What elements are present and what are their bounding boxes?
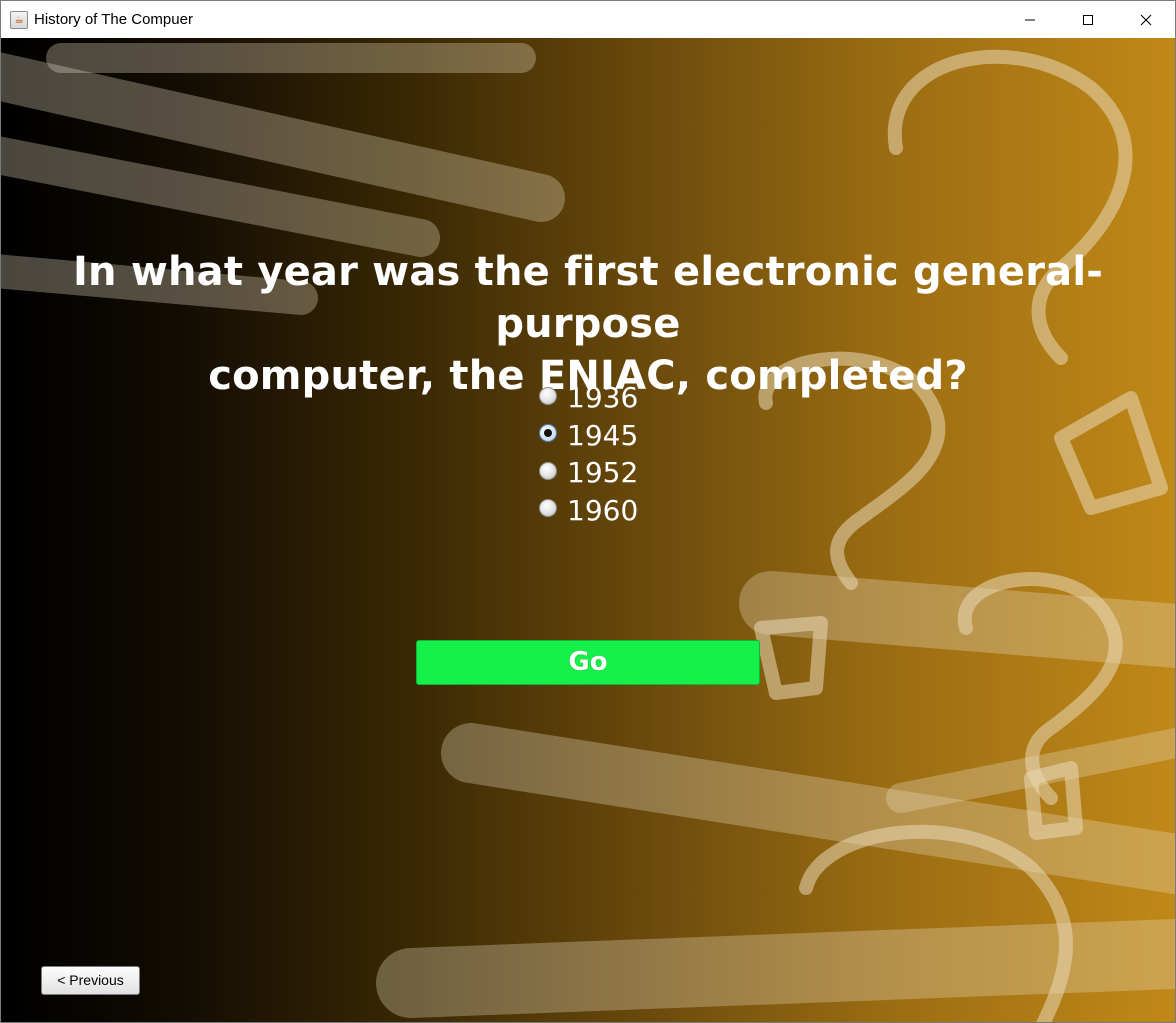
radio-button[interactable]	[539, 499, 557, 518]
close-button[interactable]	[1117, 1, 1175, 38]
answer-option-label: 1936	[567, 381, 639, 415]
window-controls	[1001, 1, 1175, 38]
radio-button-selected[interactable]	[539, 424, 557, 443]
answer-options: 1936 1945 1952 1960	[539, 379, 638, 529]
answer-option-1936[interactable]: 1936	[539, 379, 638, 417]
minimize-icon	[1025, 19, 1035, 20]
answer-option-1952[interactable]: 1952	[539, 454, 638, 492]
go-button[interactable]: Go	[416, 640, 760, 685]
minimize-button[interactable]	[1001, 1, 1059, 38]
maximize-icon	[1083, 14, 1093, 25]
answer-option-label: 1945	[567, 418, 639, 452]
question-line-1: In what year was the first electronic ge…	[72, 249, 1104, 347]
quiz-panel: In what year was the first electronic ge…	[1, 38, 1175, 1022]
answer-option-label: 1960	[567, 493, 639, 527]
title-bar[interactable]: ☕ History of The Compuer	[1, 1, 1175, 38]
answer-option-label: 1952	[567, 456, 639, 490]
java-app-icon: ☕	[10, 10, 28, 29]
maximize-button[interactable]	[1059, 1, 1117, 38]
radio-button[interactable]	[539, 461, 557, 480]
answer-option-1945[interactable]: 1945	[539, 417, 638, 455]
radio-button[interactable]	[539, 386, 557, 405]
question-mark-doodles-background	[1, 43, 1175, 1022]
close-icon	[1140, 14, 1152, 25]
answer-option-1960[interactable]: 1960	[539, 492, 638, 530]
previous-button[interactable]: < Previous	[41, 966, 140, 995]
window-title: History of The Compuer	[34, 11, 193, 28]
app-window: ☕ History of The Compuer In what year wa…	[0, 0, 1176, 1023]
